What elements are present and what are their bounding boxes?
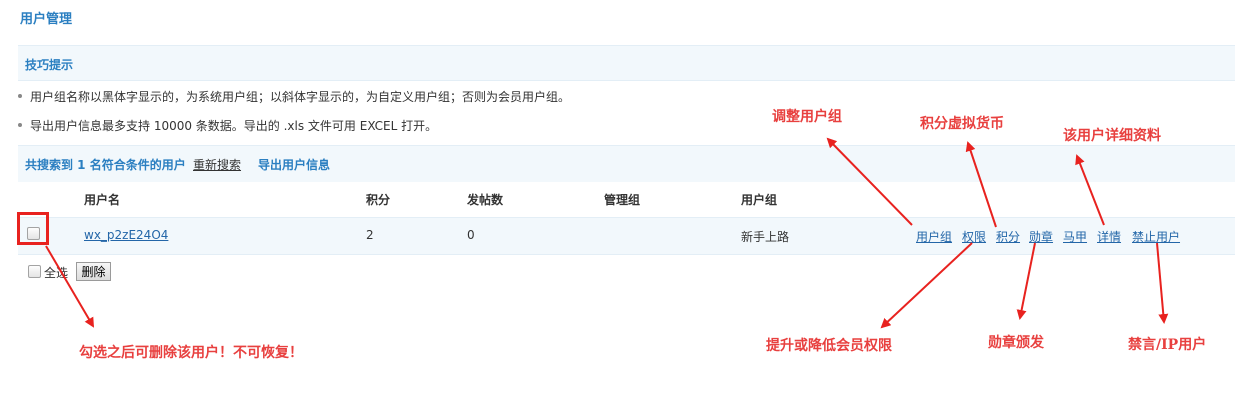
annotation-credits-currency: 积分虚拟货币 <box>920 116 1004 132</box>
annotation-ban: 禁言/IP用户 <box>1128 337 1207 353</box>
annotation-delete-warning: 勾选之后可删除该用户！不可恢复！ <box>79 345 303 361</box>
annotation-user-details: 该用户详细资料 <box>1063 128 1161 144</box>
annotation-medal: 勋章颁发 <box>988 335 1044 351</box>
annotation-permissions: 提升或降低会员权限 <box>766 338 892 354</box>
annotation-adjust-group: 调整用户组 <box>772 109 842 125</box>
